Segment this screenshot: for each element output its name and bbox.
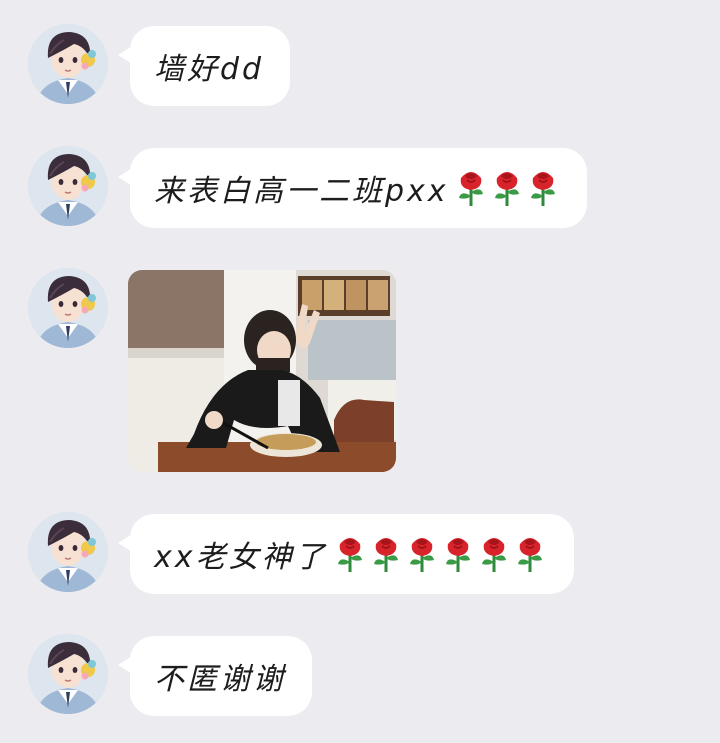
anime-boy-avatar-icon [28,268,108,348]
anime-boy-avatar-icon [28,634,108,714]
message-bubble[interactable]: xx老女神了 [118,514,574,594]
photo-message[interactable] [128,270,396,472]
rose-emoji-group [332,534,548,574]
message-text: 墙好dd [154,52,265,87]
rose-icon [494,172,519,206]
message-bubble[interactable]: 墙好dd [117,26,291,106]
rose-icon [458,172,483,206]
rose-icon [373,538,398,572]
message-bubble[interactable]: 来表白高一二班pxx [118,148,587,228]
sender-avatar[interactable] [28,512,108,592]
rose-icon [481,538,506,572]
anime-boy-avatar-icon [28,512,108,592]
message-bubble[interactable]: 不匿谢谢 [118,636,312,716]
anime-boy-avatar-icon [28,24,108,104]
rose-icon [445,538,470,572]
message-text: 不匿谢谢 [154,662,286,697]
message-text: 来表白高一二班pxx [154,174,449,209]
message-text: xx老女神了 [154,540,328,575]
rose-icon [530,172,555,206]
anime-boy-avatar-icon [28,146,108,226]
sender-avatar[interactable] [28,634,108,714]
rose-icon [409,538,434,572]
rose-icon [337,538,362,572]
sender-avatar[interactable] [28,146,108,226]
rose-icon [517,538,542,572]
rose-emoji-group [453,168,561,208]
photo-girl-eating-noodles [128,270,396,472]
sender-avatar[interactable] [28,268,108,348]
sender-avatar[interactable] [28,24,108,104]
